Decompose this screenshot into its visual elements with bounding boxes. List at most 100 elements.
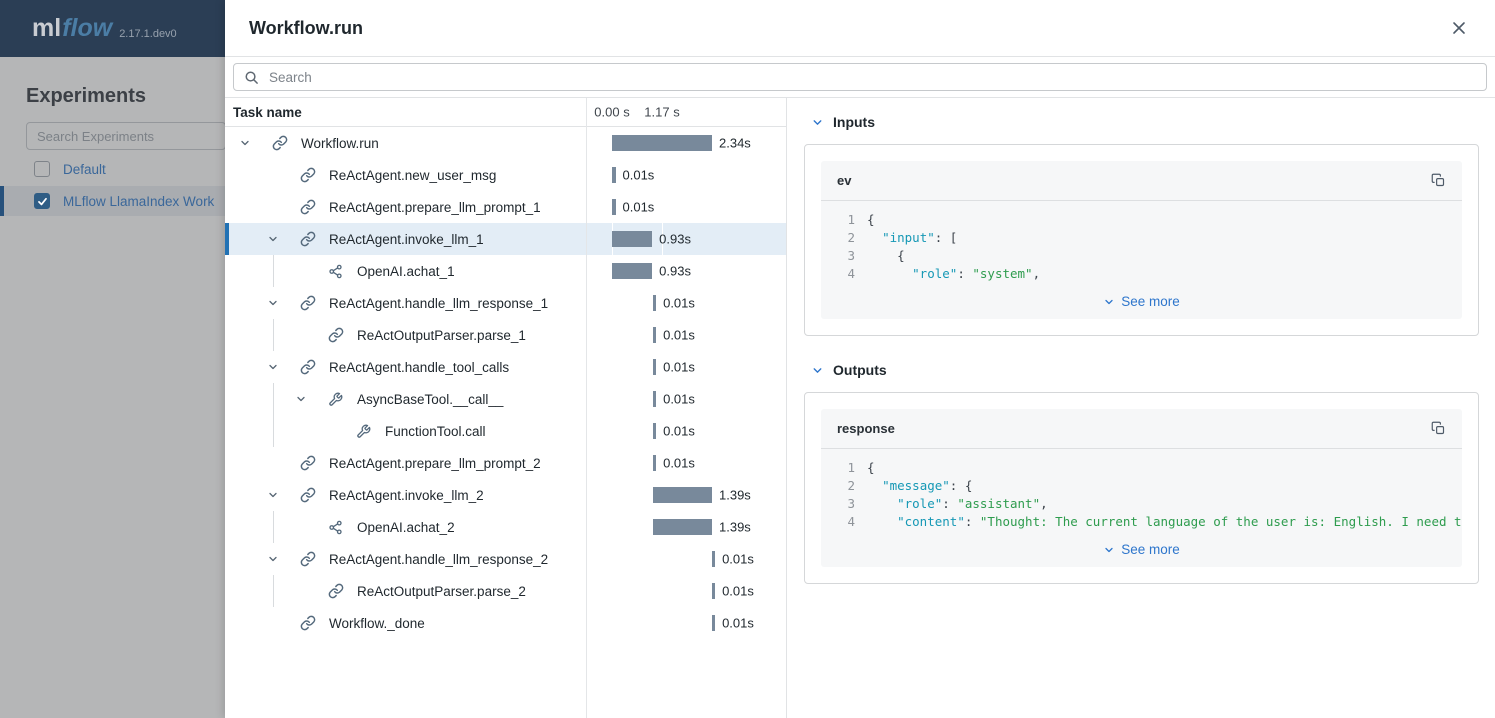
duration-label: 0.93s bbox=[659, 264, 691, 279]
json-key: "content" bbox=[897, 514, 965, 529]
chevron-down-icon[interactable] bbox=[261, 233, 285, 245]
duration-bar bbox=[712, 551, 716, 567]
tree-guide-line bbox=[273, 575, 274, 607]
code-text: "content": "Thought: The current languag… bbox=[867, 513, 1462, 531]
task-rows: Workflow.run2.34sReActAgent.new_user_msg… bbox=[225, 127, 786, 639]
line-number: 4 bbox=[821, 265, 855, 283]
task-name-cell: ReActAgent.prepare_llm_prompt_1 bbox=[225, 191, 586, 223]
modal-header: Workflow.run bbox=[225, 0, 1495, 57]
inputs-section-header[interactable]: Inputs bbox=[811, 112, 1479, 132]
trace-modal: Workflow.run Task name 0.00 s 1.17 s Wor… bbox=[225, 0, 1495, 718]
chevron-down-icon[interactable] bbox=[289, 393, 313, 405]
timeline-tick-0: 0.00 s bbox=[594, 105, 629, 120]
link-icon bbox=[300, 455, 316, 471]
link-icon bbox=[300, 359, 316, 375]
duration-label: 0.01s bbox=[663, 456, 695, 471]
chevron-down-icon[interactable] bbox=[261, 489, 285, 501]
experiment-item[interactable]: MLflow LlamaIndex Work bbox=[0, 186, 225, 216]
code-body: 1{2 "message": {3 "role": "assistant",4 … bbox=[821, 449, 1462, 533]
experiment-item[interactable]: Default bbox=[0, 154, 225, 184]
task-row[interactable]: ReActAgent.prepare_llm_prompt_2 0.01s bbox=[225, 447, 786, 479]
chevron-down-icon[interactable] bbox=[261, 361, 285, 373]
search-box[interactable] bbox=[233, 63, 1487, 91]
app-version: 2.17.1.dev0 bbox=[119, 28, 177, 40]
code-line: 1{ bbox=[821, 211, 1462, 229]
task-row[interactable]: OpenAI.achat_21.39s bbox=[225, 511, 786, 543]
json-punct: { bbox=[867, 460, 875, 475]
chevron-down-icon[interactable] bbox=[811, 116, 824, 129]
task-row[interactable]: ReActAgent.new_user_msg0.01s bbox=[225, 159, 786, 191]
code-text: "role": "system", bbox=[867, 265, 1040, 283]
duration-bar bbox=[612, 231, 652, 247]
duration-bar bbox=[612, 135, 712, 151]
close-icon[interactable] bbox=[1447, 16, 1471, 40]
codeblock-header: response bbox=[821, 409, 1462, 449]
duration-label: 2.34s bbox=[719, 136, 751, 151]
outputs-see-more-link[interactable]: See more bbox=[821, 533, 1462, 567]
inputs-see-more-link[interactable]: See more bbox=[821, 285, 1462, 319]
task-name: ReActAgent.new_user_msg bbox=[329, 168, 496, 183]
task-row[interactable]: ReActAgent.invoke_llm_21.39s bbox=[225, 479, 786, 511]
task-name: ReActAgent.invoke_llm_1 bbox=[329, 232, 484, 247]
task-row[interactable]: ReActAgent.handle_tool_calls0.01s bbox=[225, 351, 786, 383]
chevron-down-icon[interactable] bbox=[261, 297, 285, 309]
task-row[interactable]: ReActAgent.prepare_llm_prompt_1 0.01s bbox=[225, 191, 786, 223]
task-name-cell: ReActAgent.invoke_llm_1 bbox=[225, 223, 586, 255]
task-row[interactable]: ReActAgent.invoke_llm_10.93s bbox=[225, 223, 786, 255]
task-name: ReActAgent.prepare_llm_prompt_1 bbox=[329, 200, 541, 215]
tool-icon bbox=[328, 392, 344, 407]
task-row[interactable]: ReActOutputParser.parse_10.01s bbox=[225, 319, 786, 351]
task-row[interactable]: ReActAgent.handle_llm_response_10.01s bbox=[225, 287, 786, 319]
search-input[interactable] bbox=[267, 69, 1476, 86]
outputs-section-header[interactable]: Outputs bbox=[811, 360, 1479, 380]
task-row[interactable]: FunctionTool.call0.01s bbox=[225, 415, 786, 447]
task-row[interactable]: ReActAgent.handle_llm_response_20.01s bbox=[225, 543, 786, 575]
task-row[interactable]: Workflow._done0.01s bbox=[225, 607, 786, 639]
task-name-cell: AsyncBaseTool.__call__ bbox=[225, 383, 586, 415]
task-row[interactable]: Workflow.run2.34s bbox=[225, 127, 786, 159]
gantt-cell: 1.39s bbox=[586, 479, 786, 511]
json-punct: : bbox=[957, 266, 972, 281]
json-key: "input" bbox=[882, 230, 935, 245]
link-icon bbox=[300, 295, 316, 311]
gantt-cell: 0.01s bbox=[586, 383, 786, 415]
json-punct: : [ bbox=[935, 230, 958, 245]
copy-icon[interactable] bbox=[1431, 421, 1446, 436]
checkbox-unchecked[interactable] bbox=[34, 161, 50, 177]
checkbox-checked[interactable] bbox=[34, 193, 50, 209]
task-row[interactable]: OpenAI.achat_10.93s bbox=[225, 255, 786, 287]
experiments-search-input[interactable] bbox=[26, 122, 225, 150]
chevron-down-icon[interactable] bbox=[233, 137, 257, 149]
see-more-label: See more bbox=[1121, 294, 1180, 309]
duration-bar bbox=[653, 487, 712, 503]
experiment-label: Default bbox=[63, 162, 106, 177]
duration-label: 0.01s bbox=[663, 424, 695, 439]
chevron-down-icon[interactable] bbox=[261, 553, 285, 565]
outputs-heading: Outputs bbox=[833, 362, 887, 378]
duration-bar bbox=[612, 199, 616, 215]
duration-bar bbox=[653, 327, 657, 343]
task-name: ReActOutputParser.parse_2 bbox=[357, 584, 526, 599]
tool-icon bbox=[356, 424, 372, 439]
modal-content: Task name 0.00 s 1.17 s Workflow.run2.34… bbox=[225, 98, 1495, 718]
task-name-cell: Workflow._done bbox=[225, 607, 586, 639]
task-name-cell: ReActAgent.new_user_msg bbox=[225, 159, 586, 191]
json-string: "Thought: The current language of the us… bbox=[980, 514, 1462, 529]
duration-label: 0.01s bbox=[663, 392, 695, 407]
gantt-cell: 2.34s bbox=[586, 127, 786, 159]
task-row[interactable]: AsyncBaseTool.__call__ 0.01s bbox=[225, 383, 786, 415]
task-name-cell: ReActOutputParser.parse_1 bbox=[225, 319, 586, 351]
json-key: "role" bbox=[912, 266, 957, 281]
json-punct bbox=[867, 478, 882, 493]
tree-guide-line bbox=[273, 383, 274, 415]
chevron-down-icon[interactable] bbox=[811, 364, 824, 377]
task-row[interactable]: ReActOutputParser.parse_20.01s bbox=[225, 575, 786, 607]
gantt-cell: 0.01s bbox=[586, 191, 786, 223]
copy-icon[interactable] bbox=[1431, 173, 1446, 188]
json-string: "system" bbox=[972, 266, 1032, 281]
mlflow-logo-flow: flow bbox=[62, 14, 112, 43]
experiments-list: Default MLflow LlamaIndex Work bbox=[0, 154, 225, 216]
timeline-tick-1: 1.17 s bbox=[644, 105, 679, 120]
task-name: ReActAgent.prepare_llm_prompt_2 bbox=[329, 456, 541, 471]
inputs-codeblock: ev 1{2 "input": [3 {4 "role": "system", … bbox=[821, 161, 1462, 319]
